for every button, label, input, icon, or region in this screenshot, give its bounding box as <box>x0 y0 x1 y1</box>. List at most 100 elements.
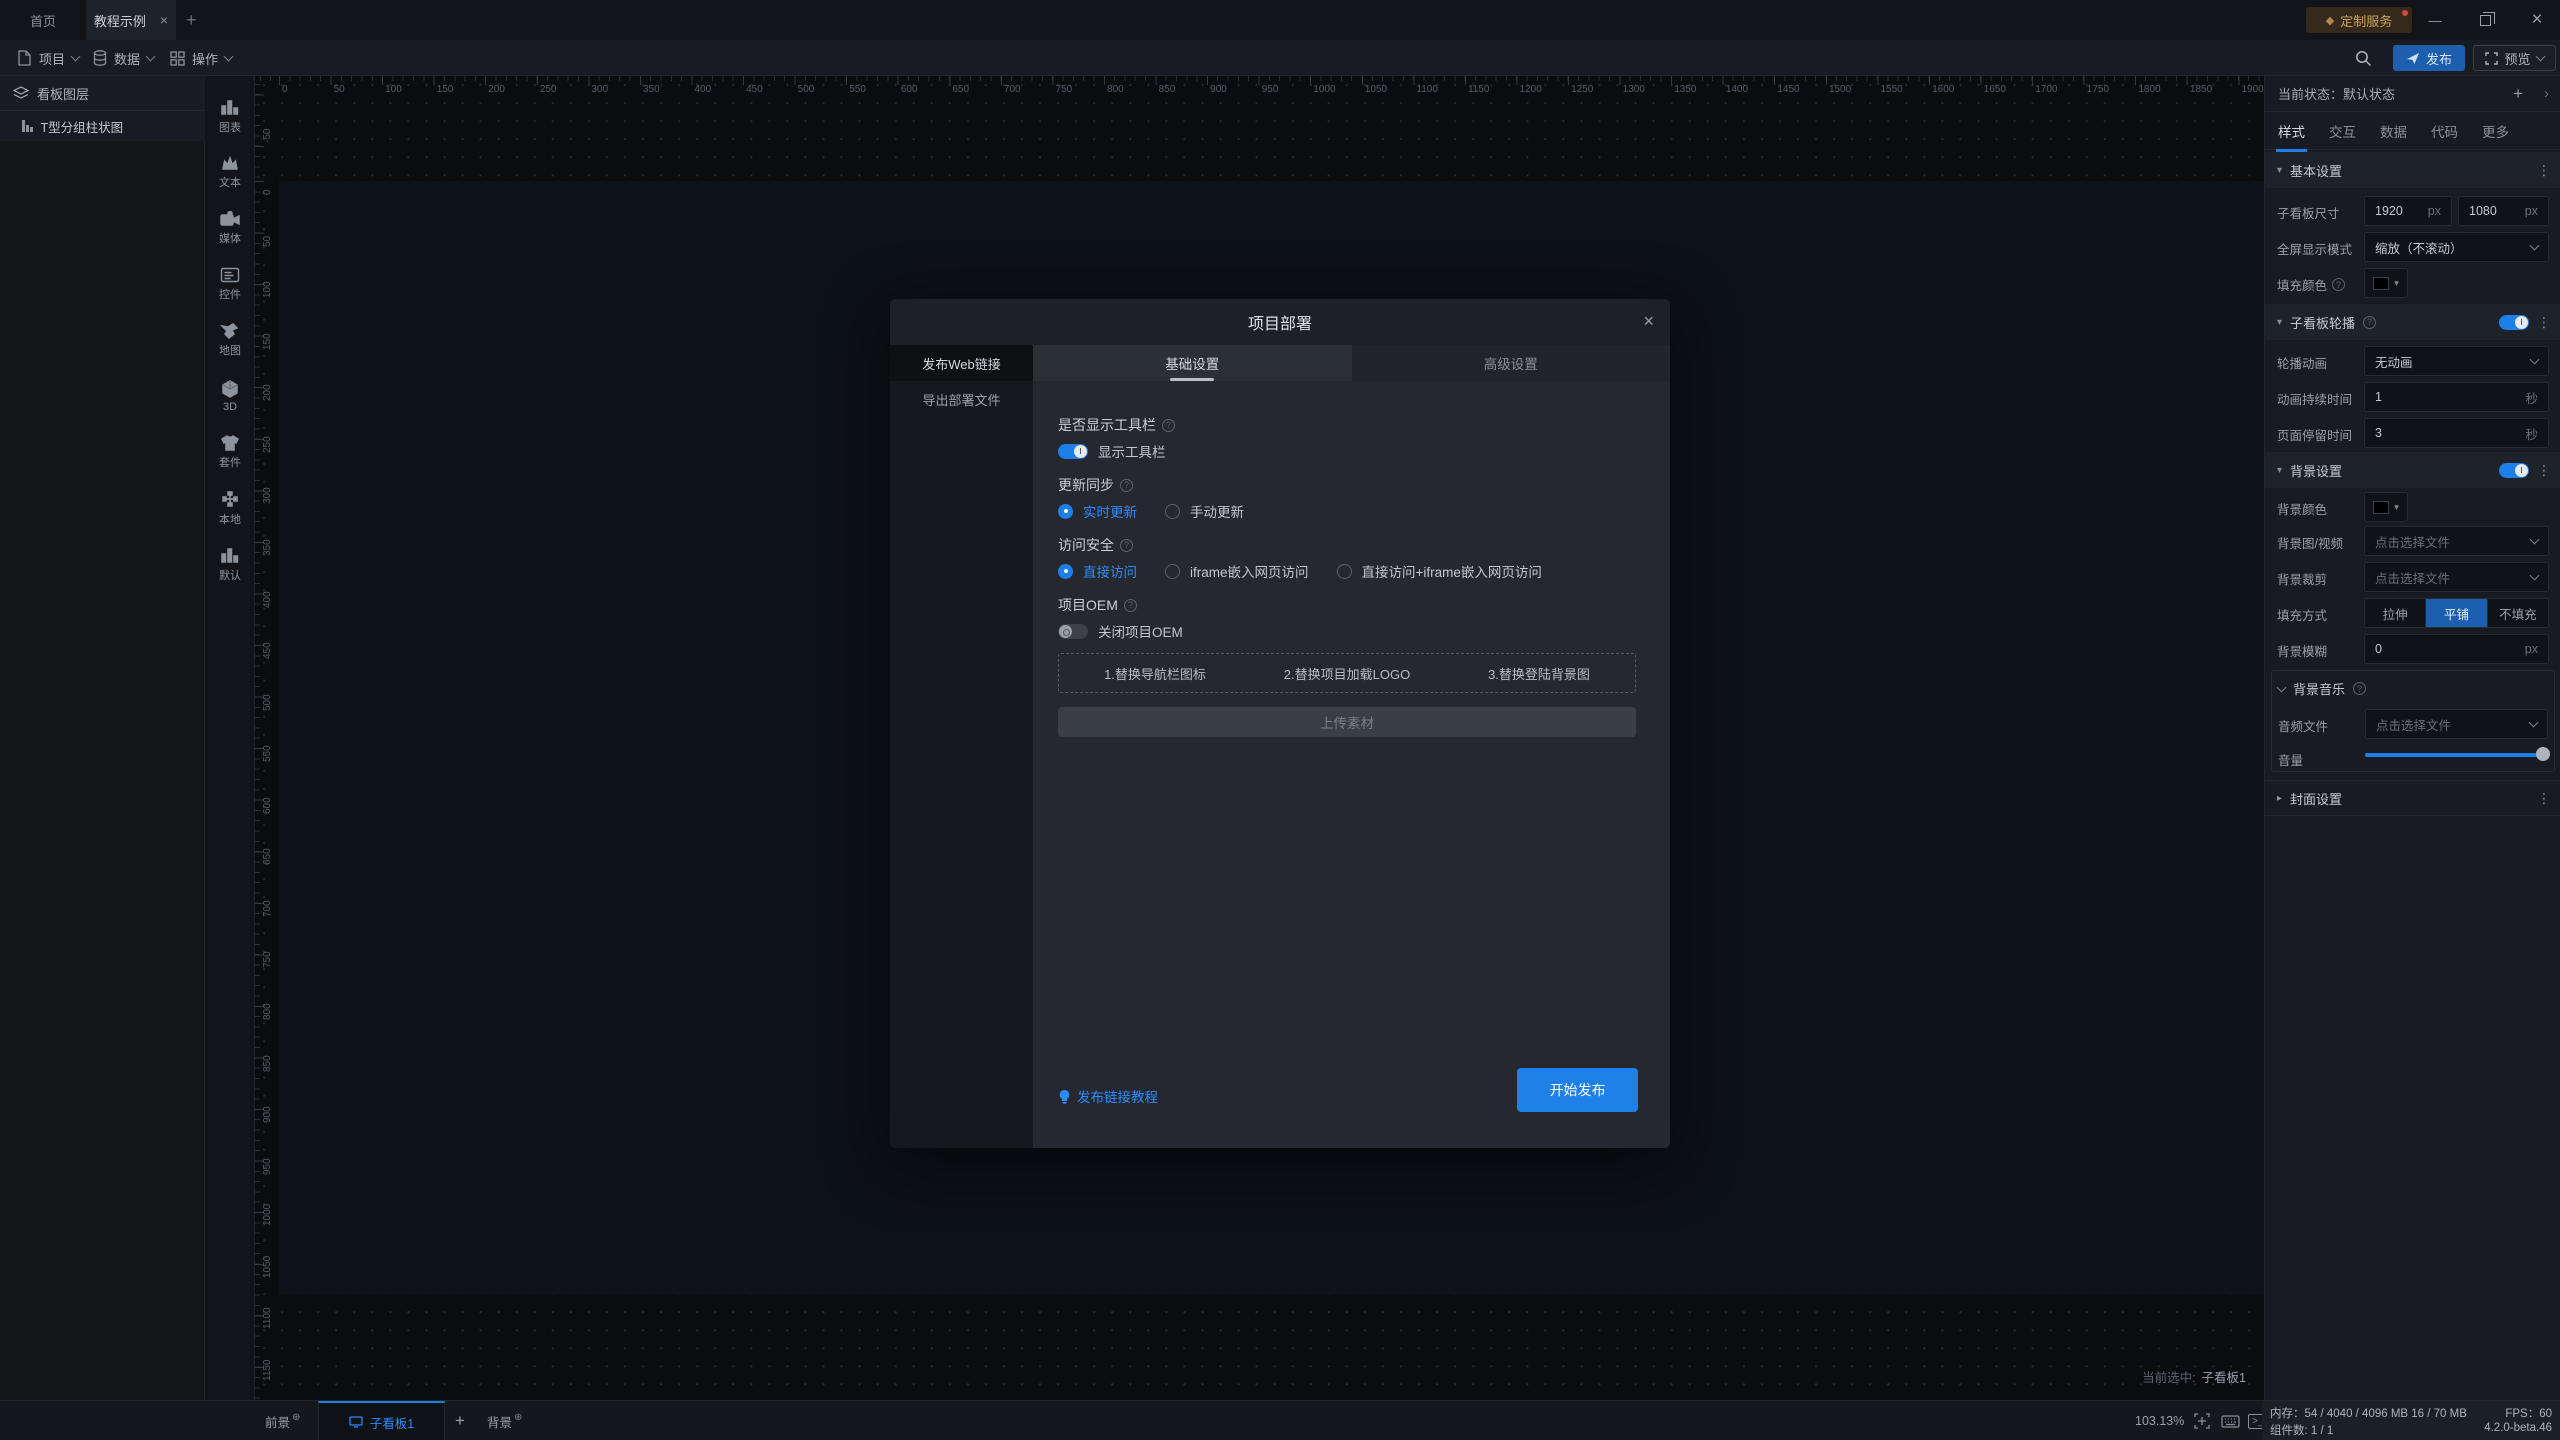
tab-close-icon[interactable]: × <box>160 12 168 28</box>
chevron-right-icon[interactable]: › <box>2544 85 2549 102</box>
fill-mode-stretch[interactable]: 拉伸 <box>2365 599 2426 627</box>
size-height-input[interactable]: 1080 px <box>2458 196 2549 226</box>
carousel-toggle[interactable] <box>2499 315 2529 330</box>
menubar: 项目 数据 操作 发布 预览 <box>0 40 2560 76</box>
rail-item-controls[interactable]: 控件 <box>205 258 255 310</box>
carousel-anim-select[interactable]: 无动画 <box>2364 346 2549 376</box>
radio-realtime-label[interactable]: 实时更新 <box>1083 501 1137 521</box>
radio-realtime[interactable] <box>1058 504 1073 519</box>
custom-service-button[interactable]: ◆ 定制服务 <box>2306 7 2412 33</box>
bg-blur-input[interactable]: 0 px <box>2364 634 2549 664</box>
kebab-menu-icon[interactable]: ⋮ <box>2537 162 2551 179</box>
background-tab[interactable]: 背景 ⊕ <box>487 1401 522 1440</box>
tab-advanced-settings[interactable]: 高级设置 <box>1352 345 1671 381</box>
help-icon: ? <box>1162 419 1175 432</box>
sidebar-item-export-file[interactable]: 导出部署文件 <box>890 381 1033 417</box>
kebab-menu-icon[interactable]: ⋮ <box>2537 462 2551 479</box>
music-header[interactable]: 背景音乐 ? <box>2278 679 2366 698</box>
zoom-level[interactable]: 103.13% <box>2135 1401 2184 1440</box>
tab-basic-settings[interactable]: 基础设置 <box>1033 345 1352 381</box>
fill-mode-none[interactable]: 不填充 <box>2488 599 2548 627</box>
radio-direct-label[interactable]: 直接访问 <box>1083 561 1137 581</box>
layers-title: 看板图层 <box>37 84 89 103</box>
rail-item-3d[interactable]: 3D <box>205 370 255 422</box>
fill-mode-tile[interactable]: 平铺 <box>2426 599 2487 627</box>
tab-code[interactable]: 代码 <box>2431 121 2458 141</box>
tab-interaction[interactable]: 交互 <box>2329 121 2356 141</box>
tab-tutorial[interactable]: 教程示例 × <box>86 0 176 40</box>
rail-item-map[interactable]: 地图 <box>205 314 255 366</box>
search-button[interactable] <box>2355 40 2372 76</box>
radio-direct[interactable] <box>1058 564 1073 579</box>
radio-iframe[interactable] <box>1165 564 1180 579</box>
foreground-tab[interactable]: 前景 ⊕ <box>265 1401 300 1440</box>
rail-item-charts[interactable]: 图表 <box>205 90 255 142</box>
rail-item-default[interactable]: 默认 <box>205 538 255 590</box>
sidebar-item-publish-web[interactable]: 发布Web链接 <box>890 345 1033 381</box>
menu-project[interactable]: 项目 <box>17 40 79 76</box>
add-subdashboard-button[interactable]: + <box>455 1401 465 1440</box>
rail-item-local[interactable]: 本地 <box>205 482 255 534</box>
kebab-menu-icon[interactable]: ⋮ <box>2537 790 2551 807</box>
caret-down-icon: ▾ <box>2277 465 2282 476</box>
section-basic[interactable]: ▾ 基本设置 ⋮ <box>2265 152 2560 188</box>
keyboard-icon <box>2221 1415 2240 1428</box>
circle-plus-icon[interactable]: ⊕ <box>292 1412 300 1423</box>
tab-style[interactable]: 样式 <box>2278 121 2305 141</box>
ruler-label: 350 <box>262 539 273 556</box>
modal-close-button[interactable]: × <box>1643 311 1654 332</box>
radio-manual-label[interactable]: 手动更新 <box>1190 501 1244 521</box>
volume-slider-knob[interactable] <box>2536 747 2550 761</box>
add-state-button[interactable]: + <box>2513 84 2523 104</box>
radio-manual[interactable] <box>1165 504 1180 519</box>
audio-file-select[interactable]: 点击选择文件 <box>2365 709 2548 739</box>
kebab-menu-icon[interactable]: ⋮ <box>2537 314 2551 331</box>
menu-data[interactable]: 数据 <box>93 40 154 76</box>
fit-screen-button[interactable] <box>2194 1401 2210 1440</box>
section-cover[interactable]: ▸ 封面设置 ⋮ <box>2265 780 2560 816</box>
oem-toggle[interactable] <box>1058 624 1088 639</box>
tab-home[interactable]: 首页 <box>0 0 86 40</box>
rail-item-kit[interactable]: 套件 <box>205 426 255 478</box>
anim-duration-input[interactable]: 1 秒 <box>2364 382 2549 412</box>
radio-direct-iframe-label[interactable]: 直接访问+iframe嵌入网页访问 <box>1362 561 1542 581</box>
preview-button[interactable]: 预览 <box>2473 45 2556 71</box>
page-stay-input[interactable]: 3 秒 <box>2364 418 2549 448</box>
section-music: 背景音乐 ? 音频文件 点击选择文件 音量 <box>2271 670 2555 772</box>
size-width-input[interactable]: 1920 px <box>2364 196 2452 226</box>
bar-chart-mini-icon <box>22 120 33 132</box>
minimize-button[interactable]: — <box>2412 0 2458 40</box>
subdashboard-tab[interactable]: 子看板1 <box>318 1401 445 1440</box>
toolbar-toggle[interactable] <box>1058 444 1088 459</box>
tab-data[interactable]: 数据 <box>2380 121 2407 141</box>
restore-button[interactable] <box>2462 0 2508 40</box>
layer-item[interactable]: T型分组柱状图 <box>0 111 205 141</box>
upload-material-button[interactable]: 上传素材 <box>1058 707 1636 737</box>
new-tab-button[interactable]: + <box>186 0 197 40</box>
section-carousel[interactable]: ▾ 子看板轮播 ? ⋮ <box>2265 304 2560 340</box>
bg-color-picker[interactable]: ▾ <box>2364 492 2408 522</box>
rail-item-text[interactable]: 文本 <box>205 146 255 198</box>
shortcut-keys-button[interactable] <box>2221 1401 2240 1440</box>
menu-actions[interactable]: 操作 <box>170 40 232 76</box>
bg-image-select[interactable]: 点击选择文件 <box>2364 526 2549 556</box>
publish-button[interactable]: 发布 <box>2393 45 2465 71</box>
fill-color-picker[interactable]: ▾ <box>2364 268 2408 298</box>
bottom-bar: 前景 ⊕ 子看板1 + 背景 ⊕ 103.13% >_ 内存：54 / 4040… <box>0 1400 2560 1440</box>
layer-item-label: T型分组柱状图 <box>41 117 124 136</box>
tab-more[interactable]: 更多 <box>2482 121 2509 141</box>
fullscreen-mode-select[interactable]: 缩放（不滚动） <box>2364 232 2549 262</box>
close-button[interactable]: × <box>2514 0 2560 40</box>
tutorial-link[interactable]: 发布链接教程 <box>1058 1086 1158 1106</box>
radio-iframe-label[interactable]: iframe嵌入网页访问 <box>1190 561 1309 581</box>
volume-slider[interactable] <box>2365 747 2548 761</box>
radio-direct-iframe[interactable] <box>1337 564 1352 579</box>
background-toggle[interactable] <box>2499 463 2529 478</box>
modal-title: 项目部署 <box>1248 310 1312 334</box>
section-background[interactable]: ▾ 背景设置 ⋮ <box>2265 452 2560 488</box>
rail-item-media[interactable]: 媒体 <box>205 202 255 254</box>
bg-crop-select[interactable]: 点击选择文件 <box>2364 562 2549 592</box>
circle-plus-icon[interactable]: ⊕ <box>514 1412 522 1423</box>
anim-duration-label: 动画持续时间 <box>2277 389 2352 408</box>
start-publish-button[interactable]: 开始发布 <box>1517 1068 1638 1112</box>
